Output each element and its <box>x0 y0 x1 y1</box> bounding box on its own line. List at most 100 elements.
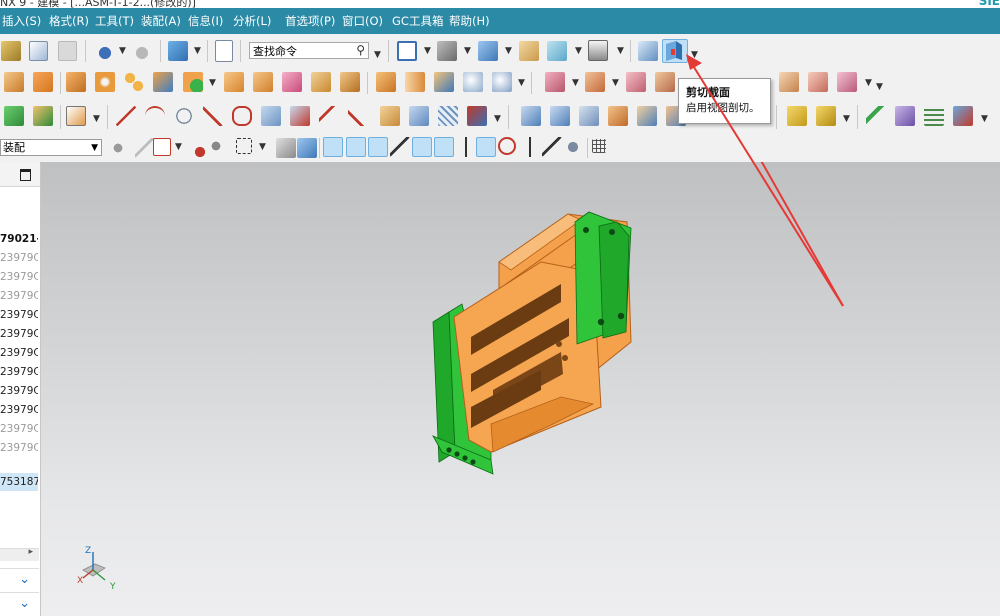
chevron-right-icon[interactable]: ▸ <box>28 547 33 557</box>
list-item[interactable]: 23979C <box>0 420 38 438</box>
check-mate-icon[interactable] <box>866 106 886 126</box>
point-set-icon[interactable] <box>467 106 487 126</box>
list-item[interactable]: 23979C <box>0 344 38 362</box>
body-priority-icon[interactable] <box>297 138 317 158</box>
menu-assemblies[interactable]: 装配(A) <box>141 13 181 29</box>
assembly-filter-select[interactable]: 装配 ▼ <box>0 139 102 156</box>
helix-icon[interactable] <box>174 106 194 126</box>
weld-assistant-icon[interactable] <box>816 106 836 126</box>
intersection-point-icon[interactable] <box>412 137 432 157</box>
end-point-icon[interactable] <box>346 137 366 157</box>
arc-icon[interactable] <box>145 106 165 126</box>
chevron-down-icon[interactable]: ▼ <box>175 140 182 154</box>
assembly-constraint-icon[interactable] <box>626 72 646 92</box>
text-icon[interactable] <box>66 106 86 126</box>
thicken-icon[interactable] <box>637 106 657 126</box>
edge-blend-icon[interactable] <box>224 72 244 92</box>
paint-select-icon[interactable] <box>208 138 228 158</box>
menu-insert[interactable]: 插入(S) <box>2 13 41 29</box>
list-item[interactable]: 79021- <box>0 230 38 248</box>
chevron-down-icon[interactable]: ▼ <box>464 44 471 58</box>
swept-icon[interactable] <box>550 106 570 126</box>
weld-icon[interactable] <box>787 106 807 126</box>
chevron-down-icon[interactable]: ▼ <box>981 112 988 126</box>
shell-icon[interactable] <box>183 72 203 92</box>
chevron-down-icon[interactable]: ▼ <box>209 76 216 90</box>
menu-help[interactable]: 帮助(H) <box>449 13 490 29</box>
through-curves-icon[interactable] <box>409 106 429 126</box>
redo-icon[interactable] <box>134 41 154 61</box>
mesh-surface-icon[interactable] <box>438 106 458 126</box>
trim-body-icon[interactable] <box>282 72 302 92</box>
chamfer-icon[interactable] <box>253 72 273 92</box>
control-point-icon[interactable] <box>390 137 410 157</box>
menu-tools[interactable]: 工具(T) <box>95 13 134 29</box>
list-item[interactable]: 23979C <box>0 439 38 457</box>
point-on-curve-icon[interactable] <box>476 137 496 157</box>
list-item[interactable]: 23979C <box>0 401 38 419</box>
bridge-curve-icon[interactable] <box>319 106 339 126</box>
spreadsheet-icon[interactable] <box>924 106 944 126</box>
edge-display-icon[interactable] <box>519 41 539 61</box>
list-item[interactable]: 23979C <box>0 287 38 305</box>
existing-point-icon[interactable] <box>520 137 540 157</box>
project-curve-icon[interactable] <box>261 106 281 126</box>
bounding-box-center-icon[interactable] <box>542 137 562 157</box>
pattern-icon[interactable] <box>124 72 144 92</box>
tube-icon[interactable] <box>492 72 512 92</box>
chevron-down-icon[interactable]: ▼ <box>518 76 525 90</box>
grid-icon[interactable] <box>592 139 606 153</box>
menu-preferences[interactable]: 首选项(P) <box>285 13 335 29</box>
command-finder-input[interactable]: 查找命令 ⚲ <box>249 42 369 59</box>
chevron-down-icon[interactable]: ▼ <box>259 140 266 154</box>
explosion-view-icon[interactable] <box>779 72 799 92</box>
chevron-down-icon[interactable]: ▼ <box>194 44 201 58</box>
list-item[interactable]: 23979C <box>0 249 38 267</box>
list-item[interactable]: 23979C <box>0 268 38 286</box>
list-item[interactable]: 23979C <box>0 382 38 400</box>
move-component-icon[interactable] <box>585 72 605 92</box>
assembly-add-icon[interactable] <box>545 72 565 92</box>
assembly-sequence-icon[interactable] <box>837 72 857 92</box>
datum-plane-icon[interactable] <box>33 72 53 92</box>
bounded-plane-icon[interactable] <box>33 106 53 126</box>
surface-icon[interactable] <box>4 106 24 126</box>
menu-window[interactable]: 窗口(O) <box>342 13 383 29</box>
extrude-icon[interactable] <box>66 72 86 92</box>
chevron-down-icon[interactable]: ▼ <box>575 44 582 58</box>
offset-curve-icon[interactable] <box>232 106 252 126</box>
select-objects-icon[interactable] <box>153 138 171 156</box>
rendering-style-icon[interactable] <box>437 41 457 61</box>
information-icon[interactable] <box>215 40 233 62</box>
cut-icon[interactable] <box>1 41 21 61</box>
join-curve-icon[interactable] <box>348 106 368 126</box>
chevron-down-icon[interactable]: ▼ <box>843 112 850 126</box>
chevron-down-icon[interactable]: ▼ <box>93 112 100 126</box>
menu-information[interactable]: 信息(I) <box>188 13 223 29</box>
chevron-down-icon[interactable]: ▼ <box>505 44 512 58</box>
studio-surface-icon[interactable] <box>521 106 541 126</box>
chevron-down-icon[interactable]: ▼ <box>617 44 624 58</box>
spline-icon[interactable] <box>203 106 223 126</box>
snap-point-icon[interactable] <box>135 138 155 158</box>
point-on-surface-icon[interactable] <box>498 137 516 155</box>
intersection-curve-icon[interactable] <box>290 106 310 126</box>
edit-section-icon[interactable] <box>662 39 688 63</box>
mid-point-icon[interactable] <box>368 137 388 157</box>
chevron-down-icon[interactable]: ⌄ <box>19 572 30 587</box>
list-item[interactable]: 23979C <box>0 363 38 381</box>
chevron-down-icon[interactable]: ▼ <box>374 48 381 62</box>
maximize-icon[interactable] <box>20 169 31 181</box>
n-sided-surface-icon[interactable] <box>579 106 599 126</box>
paste-icon[interactable] <box>58 41 77 61</box>
section-toggle[interactable]: ⌄ <box>0 568 39 591</box>
extract-curve-icon[interactable] <box>380 106 400 126</box>
cone-icon[interactable] <box>434 72 454 92</box>
chevron-down-icon[interactable]: ⌄ <box>19 596 30 611</box>
chevron-down-icon[interactable]: ▼ <box>865 76 872 90</box>
undo-icon[interactable] <box>93 41 113 61</box>
clip-section-icon[interactable] <box>638 41 658 61</box>
background-icon[interactable] <box>588 40 608 61</box>
list-item[interactable]: 23979C <box>0 306 38 324</box>
chevron-down-icon[interactable]: ▼ <box>572 76 579 90</box>
